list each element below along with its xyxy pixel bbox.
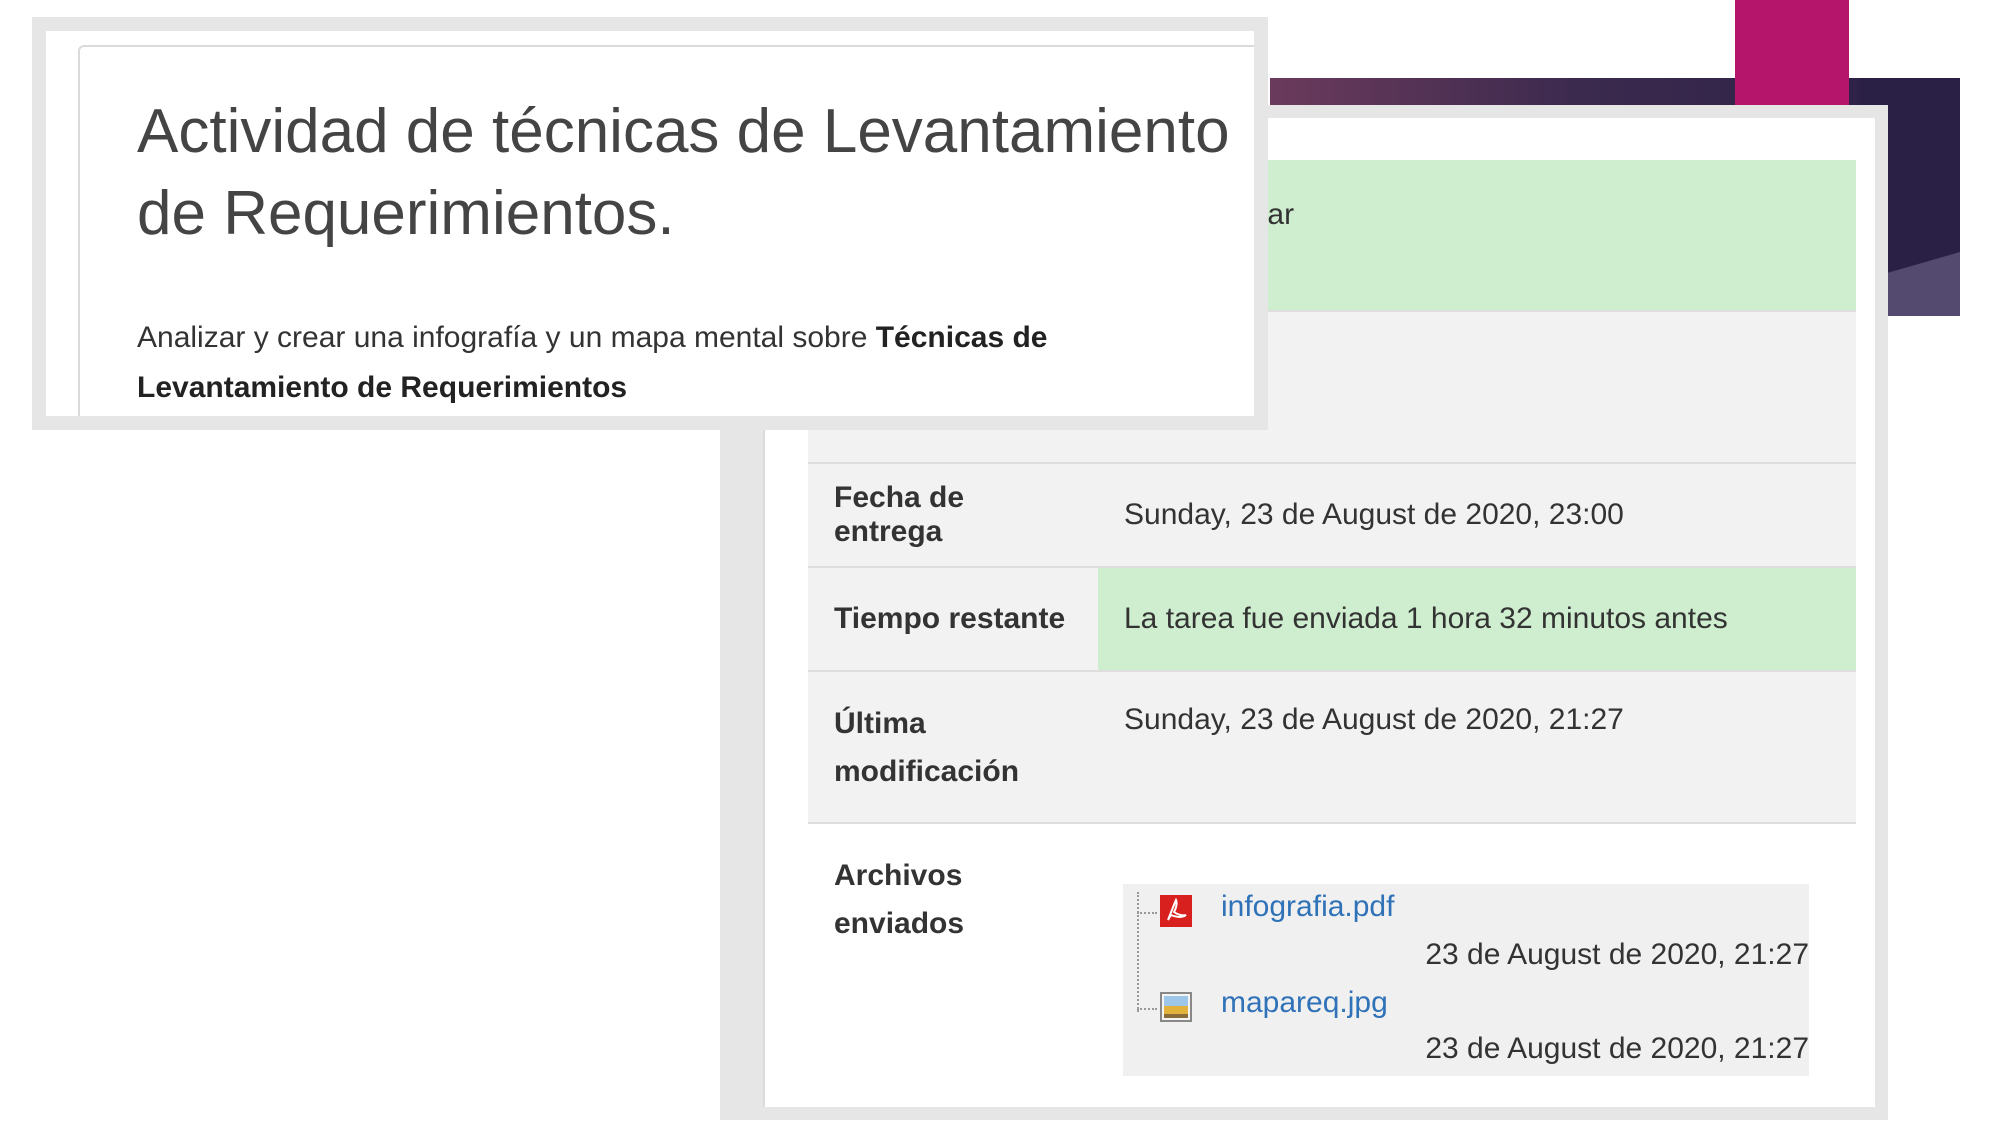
- submitted-files-label-line2: enviados: [834, 907, 965, 940]
- page-title: Actividad de técnicas de Levantamiento d…: [137, 97, 1230, 248]
- submitted-files-label-line1: Archivos: [834, 859, 963, 892]
- submitted-files-label: Archivos enviados: [808, 824, 1098, 1104]
- decorative-magenta-block: [1735, 0, 1849, 106]
- last-modified-label-line1: Última: [834, 707, 926, 740]
- pdf-icon: [1159, 894, 1193, 928]
- last-modified-label: Última modificación: [808, 672, 1098, 822]
- activity-description-text: Analizar y crear una infografía y un map…: [137, 321, 876, 354]
- file-date: 23 de August de 2020, 21:27: [1425, 1032, 1809, 1065]
- status-row-time-remaining: Tiempo restante La tarea fue enviada 1 h…: [808, 568, 1856, 672]
- last-modified-label-line2: modificación: [834, 755, 1020, 788]
- file-link-infografia[interactable]: infografia.pdf: [1221, 890, 1394, 924]
- time-remaining-value: La tarea fue enviada 1 hora 32 minutos a…: [1098, 568, 1856, 670]
- time-remaining-label: Tiempo restante: [808, 568, 1098, 670]
- submitted-files-value: infografia.pdf 23 de August de 2020, 21:…: [1098, 824, 1856, 1104]
- status-row-due-date: Fecha de entrega Sunday, 23 de August de…: [808, 464, 1856, 568]
- image-icon: [1159, 990, 1193, 1024]
- activity-header-panel: Actividad de técnicas de Levantamiento d…: [46, 31, 1254, 416]
- due-date-label: Fecha de entrega: [808, 464, 1098, 566]
- file-date: 23 de August de 2020, 21:27: [1425, 938, 1809, 971]
- tree-branch: [1137, 1008, 1157, 1010]
- file-link-mapareq[interactable]: mapareq.jpg: [1221, 986, 1388, 1020]
- tree-connector: [1137, 892, 1139, 1012]
- activity-description: Analizar y crear una infografía y un map…: [137, 313, 1237, 413]
- activity-header-screenshot: Actividad de técnicas de Levantamiento d…: [32, 17, 1268, 430]
- status-row-submitted-files: Archivos enviados infografia.pdf 23 de A…: [808, 824, 1856, 1104]
- due-date-value: Sunday, 23 de August de 2020, 23:00: [1098, 464, 1856, 566]
- file-tree: infografia.pdf 23 de August de 2020, 21:…: [1123, 884, 1809, 1076]
- status-row-last-modified: Última modificación Sunday, 23 de August…: [808, 672, 1856, 824]
- tree-branch: [1137, 912, 1157, 914]
- last-modified-value: Sunday, 23 de August de 2020, 21:27: [1098, 672, 1856, 822]
